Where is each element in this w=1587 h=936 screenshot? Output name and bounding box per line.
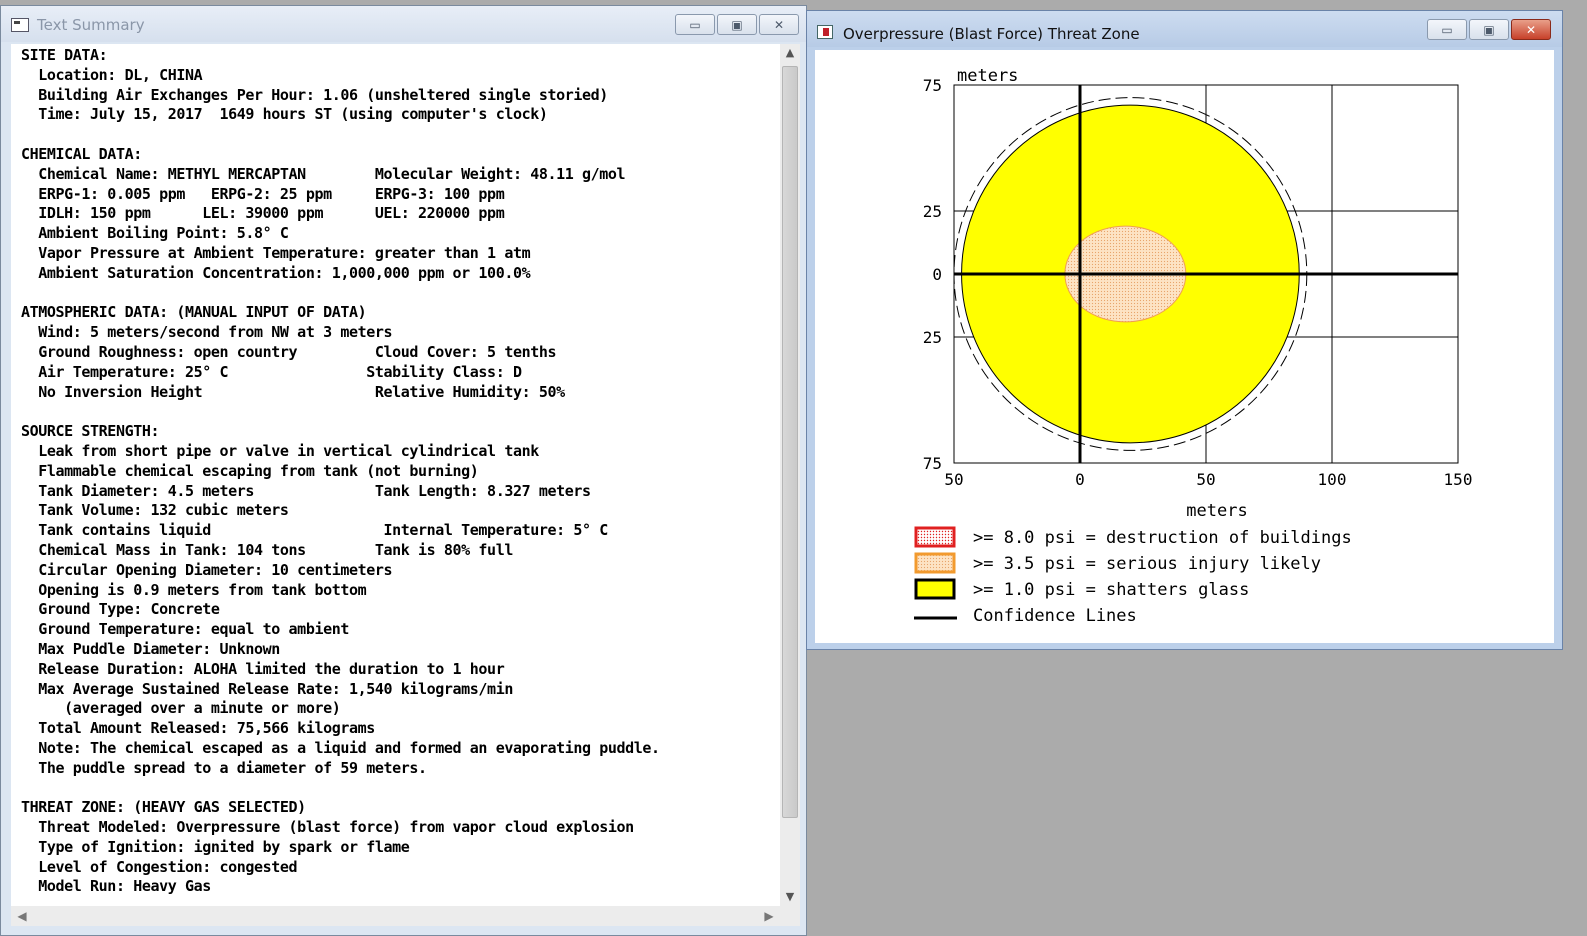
minimize-button[interactable]: ▭	[675, 14, 715, 35]
window-title: Overpressure (Blast Force) Threat Zone	[843, 25, 1140, 43]
maximize-icon: ▣	[1483, 22, 1495, 37]
legend-swatch	[914, 526, 956, 548]
scroll-left-icon[interactable]: ◀	[13, 906, 31, 926]
x-tick-label: 0	[1075, 470, 1085, 489]
close-button[interactable]: ✕	[759, 14, 799, 35]
minimize-button[interactable]: ▭	[1427, 19, 1467, 40]
minimize-icon: ▭	[1441, 22, 1453, 37]
maximize-button[interactable]: ▣	[717, 14, 757, 35]
app-icon	[11, 18, 29, 32]
vertical-scrollbar[interactable]: ▲ ▼	[780, 44, 800, 906]
maximize-button[interactable]: ▣	[1469, 19, 1509, 40]
plot-area: meters meters 75 25 0 25 75 50 0 50 100 150 >= 8.…	[815, 50, 1554, 643]
x-tick-label: 150	[1444, 470, 1473, 489]
x-tick-label: 50	[944, 470, 963, 489]
scroll-right-icon[interactable]: ▶	[760, 906, 778, 926]
legend-swatch	[914, 578, 956, 600]
y-tick-label: 25	[923, 202, 942, 221]
threat-zone-window: Overpressure (Blast Force) Threat Zone ▭…	[806, 10, 1563, 650]
window-title: Text Summary	[37, 16, 145, 34]
legend-swatch	[914, 552, 956, 574]
minimize-icon: ▭	[689, 17, 701, 32]
x-axis-label: meters	[1186, 501, 1247, 521]
close-icon: ✕	[1525, 22, 1537, 37]
y-tick-label: 0	[932, 265, 942, 284]
legend-label: >= 3.5 psi = serious injury likely	[973, 554, 1321, 574]
threat-zone-titlebar[interactable]: Overpressure (Blast Force) Threat Zone ▭…	[807, 11, 1562, 47]
text-summary-window: Text Summary ▭ ▣ ✕ SITE DATA: Location: …	[0, 5, 807, 936]
summary-text-area[interactable]: SITE DATA: Location: DL, CHINA Building …	[11, 44, 780, 906]
app-icon	[817, 25, 833, 39]
legend-label: >= 8.0 psi = destruction of buildings	[973, 528, 1352, 548]
summary-text: SITE DATA: Location: DL, CHINA Building …	[21, 46, 660, 896]
close-button[interactable]: ✕	[1511, 19, 1551, 40]
x-tick-label: 100	[1318, 470, 1347, 489]
y-tick-label: 75	[923, 76, 942, 95]
maximize-icon: ▣	[731, 17, 743, 32]
scroll-thumb[interactable]	[782, 66, 798, 818]
x-tick-label: 50	[1196, 470, 1215, 489]
close-icon: ✕	[773, 17, 785, 32]
scroll-up-icon[interactable]: ▲	[780, 44, 800, 62]
scroll-down-icon[interactable]: ▼	[780, 888, 800, 906]
text-summary-titlebar[interactable]: Text Summary ▭ ▣ ✕	[1, 6, 806, 42]
legend-label: Confidence Lines	[973, 606, 1137, 626]
threat-zone-chart: meters meters 75250257550 0 50 100 150 >= 8.…	[914, 66, 1473, 626]
legend-label: >= 1.0 psi = shatters glass	[973, 580, 1249, 600]
horizontal-scrollbar[interactable]: ◀ ▶	[11, 906, 800, 926]
y-tick-label: 75	[923, 454, 942, 473]
y-tick-label: 25	[923, 328, 942, 347]
y-axis-label: meters	[957, 66, 1018, 86]
